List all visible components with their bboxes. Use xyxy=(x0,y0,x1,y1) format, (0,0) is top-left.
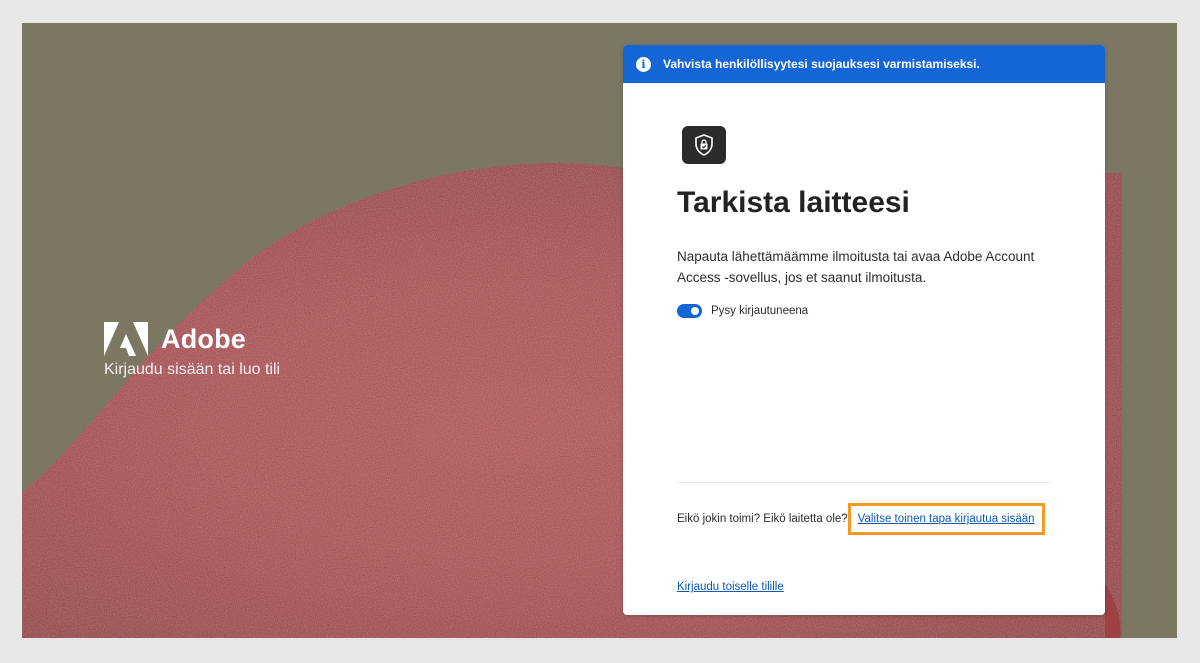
stay-signed-in-row[interactable]: Pysy kirjautuneena xyxy=(677,304,808,318)
stay-signed-in-label: Pysy kirjautuneena xyxy=(711,305,809,317)
other-account-link[interactable]: Kirjaudu toiselle tilille xyxy=(677,581,784,593)
stay-signed-in-toggle[interactable] xyxy=(677,304,702,318)
help-text: Eikö jokin toimi? Eikö laitetta ole? xyxy=(677,513,848,525)
alt-signin-link[interactable]: Valitse toinen tapa kirjautua sisään xyxy=(858,513,1035,525)
banner-text: Vahvista henkilöllisyytesi suojauksesi v… xyxy=(663,57,980,71)
brand-subtitle: Kirjaudu sisään tai luo tili xyxy=(104,361,281,378)
info-icon: i xyxy=(636,56,651,72)
help-row: Eikö jokin toimi? Eikö laitetta ole? Val… xyxy=(677,503,1045,535)
adobe-logo-icon xyxy=(104,322,148,356)
page-title: Tarkista laitteesi xyxy=(677,186,910,219)
instruction-text: Napauta lähettämäämme ilmoitusta tai ava… xyxy=(677,249,1035,285)
highlight-box: Valitse toinen tapa kirjautua sisään xyxy=(847,503,1045,535)
divider xyxy=(677,482,1051,483)
brand-name: Adobe xyxy=(161,323,246,354)
background-stage: Adobe Kirjaudu sisään tai luo tili i Vah… xyxy=(22,23,1177,638)
info-banner: i Vahvista henkilöllisyytesi suojauksesi… xyxy=(623,45,1105,83)
brand-block: Adobe Kirjaudu sisään tai luo tili xyxy=(104,321,280,379)
shield-lock-icon xyxy=(682,126,726,164)
verify-device-card: i Vahvista henkilöllisyytesi suojauksesi… xyxy=(623,45,1105,615)
